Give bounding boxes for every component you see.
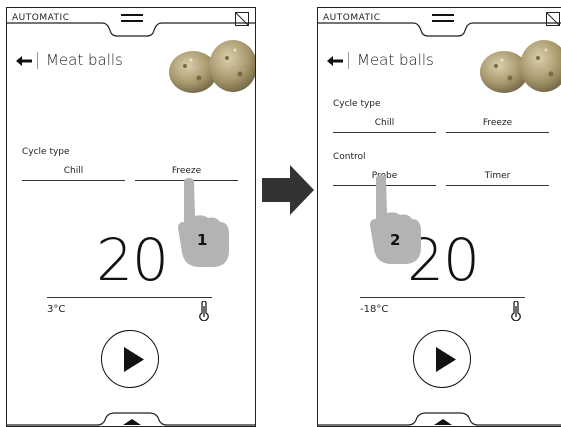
value-divider xyxy=(47,297,212,298)
play-button[interactable] xyxy=(413,330,471,388)
mode-label: AUTOMATIC xyxy=(323,13,381,23)
status-bar: AUTOMATIC xyxy=(318,8,561,38)
play-icon xyxy=(124,347,144,372)
cycle-type-label: Cycle type xyxy=(333,99,381,109)
step-number-2: 2 xyxy=(390,231,401,249)
mode-label: AUTOMATIC xyxy=(12,13,70,23)
back-arrow-icon[interactable] xyxy=(16,56,32,66)
temperature-label: 3°C xyxy=(47,304,66,315)
menu-icon[interactable] xyxy=(432,14,454,28)
cycle-option-chill[interactable]: Chill xyxy=(22,166,125,181)
cycle-option-chill[interactable]: Chill xyxy=(333,118,436,133)
probe-icon xyxy=(199,301,209,321)
status-bar: AUTOMATIC xyxy=(7,8,255,38)
back-arrow-icon[interactable] xyxy=(327,56,343,66)
page-header: Meat balls xyxy=(7,38,255,98)
step-number-1: 1 xyxy=(197,231,208,249)
meatballs-image xyxy=(480,40,561,93)
probe-icon xyxy=(511,301,521,321)
bottom-tab[interactable] xyxy=(7,406,256,426)
cycle-option-freeze[interactable]: Freeze xyxy=(446,118,549,133)
page-header: Meat balls xyxy=(318,38,561,98)
pointing-hand-icon xyxy=(178,178,229,267)
no-connection-icon xyxy=(235,12,249,26)
value-divider xyxy=(360,297,525,298)
control-label: Control xyxy=(333,152,366,162)
menu-icon[interactable] xyxy=(121,14,143,28)
play-icon xyxy=(436,347,456,372)
meatballs-image xyxy=(169,40,255,93)
temperature-label: -18°C xyxy=(360,304,389,315)
control-option-timer[interactable]: Timer xyxy=(446,171,549,186)
right-arrow-icon xyxy=(262,165,314,215)
header-divider xyxy=(37,52,38,69)
page-title: Meat balls xyxy=(46,51,123,69)
page-title: Meat balls xyxy=(357,51,434,69)
bottom-tab[interactable] xyxy=(318,406,561,426)
pointing-hand-icon xyxy=(370,175,421,264)
play-button[interactable] xyxy=(101,330,159,388)
header-divider xyxy=(348,52,349,69)
cycle-type-label: Cycle type xyxy=(22,147,70,157)
no-connection-icon xyxy=(546,12,560,26)
